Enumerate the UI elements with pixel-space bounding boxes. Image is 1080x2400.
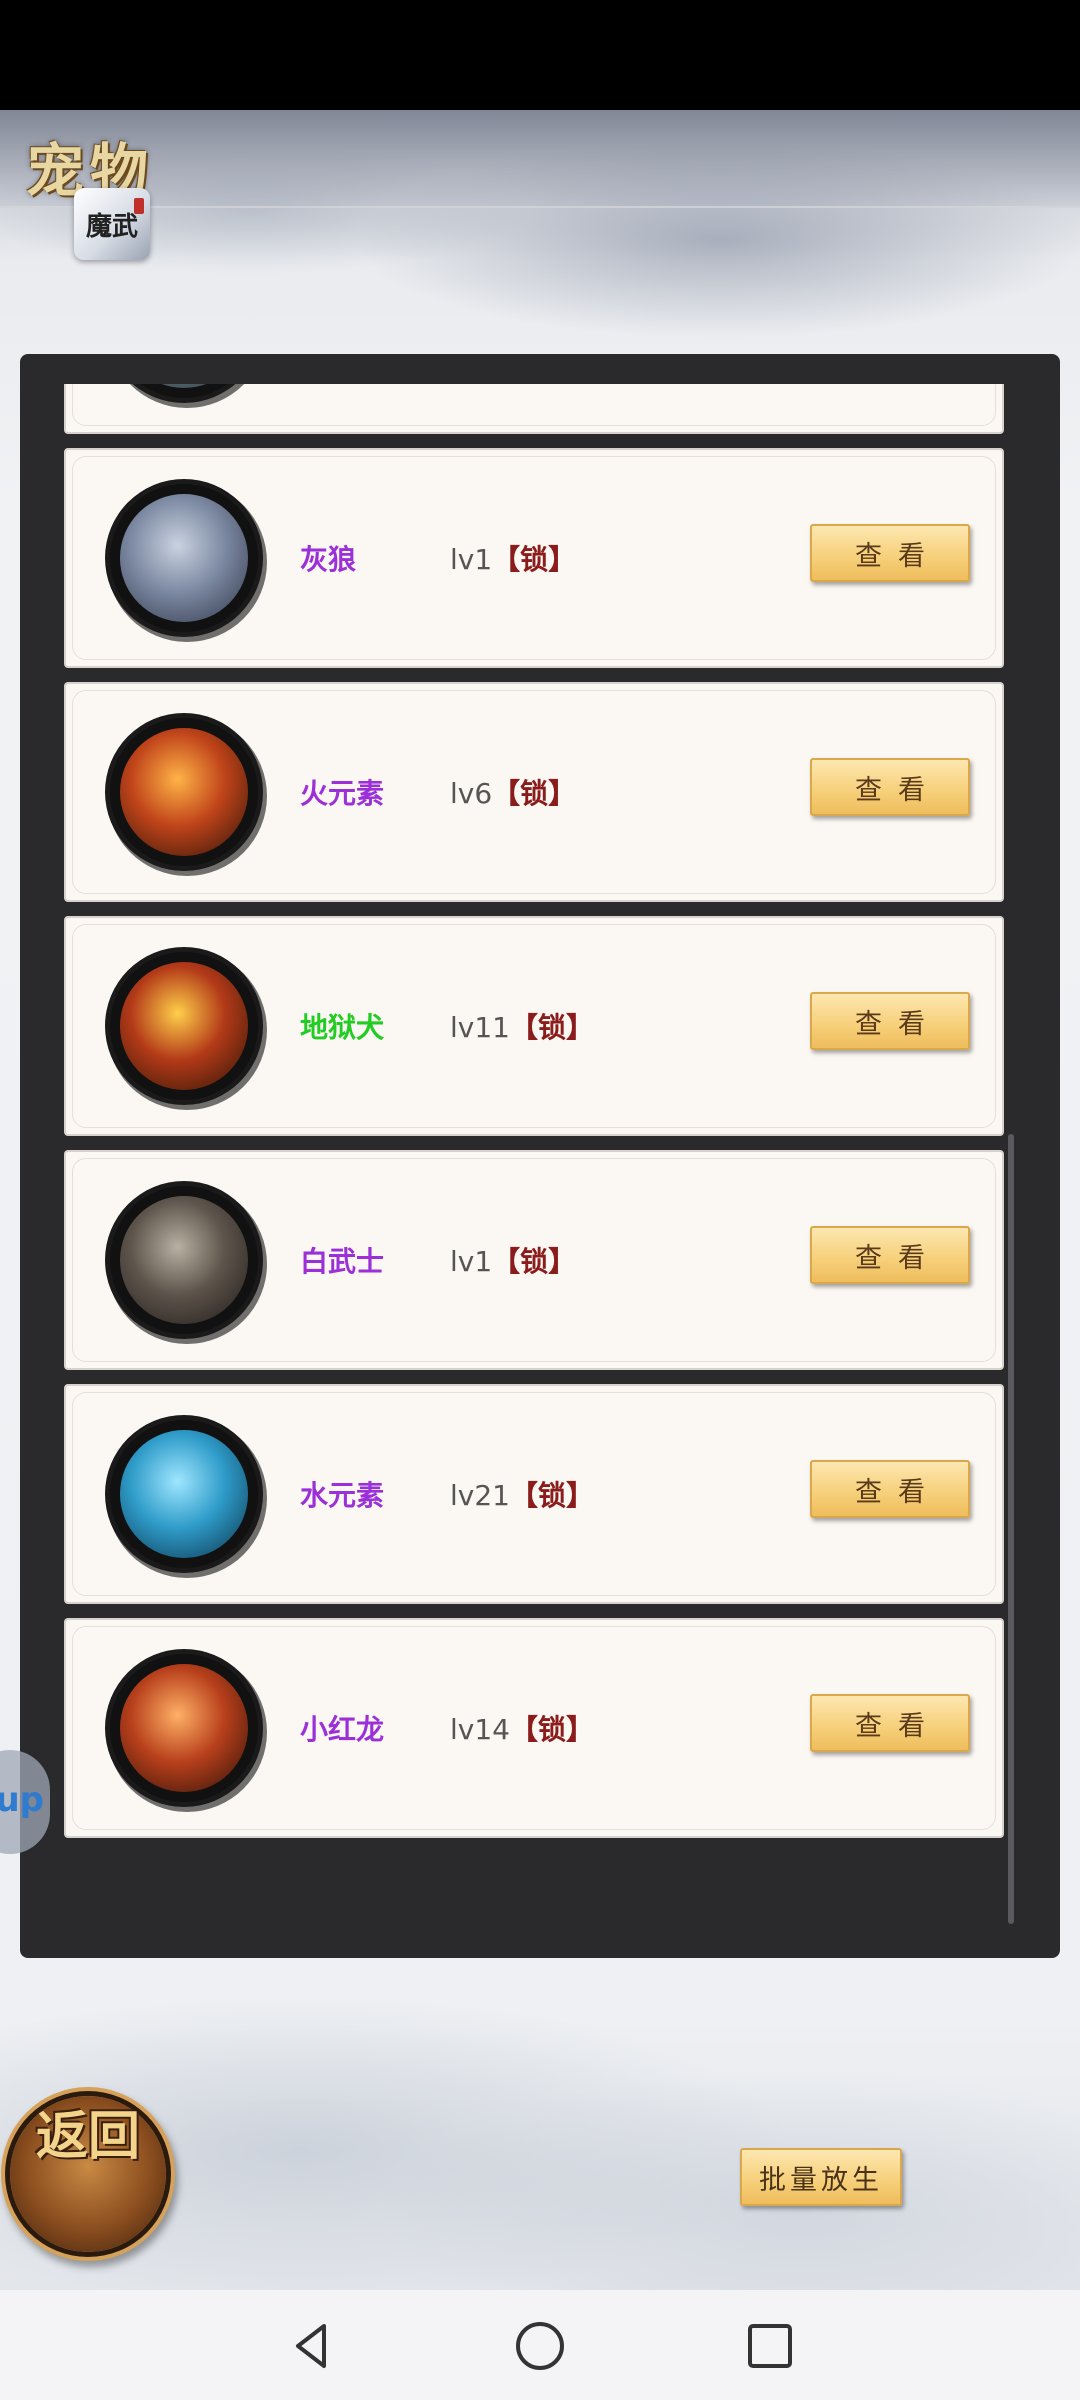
pet-card: 地狱犬 lv11【锁】 查看 bbox=[64, 916, 1004, 1136]
batch-release-button[interactable]: 批量放生 bbox=[740, 2148, 902, 2206]
pet-card: 白狮lv1【锁】查看 bbox=[64, 384, 1004, 434]
pet-name: 小红龙 bbox=[300, 1713, 385, 1746]
back-button-label: 返回 bbox=[35, 2106, 140, 2167]
pet-lock-status: 【锁】 bbox=[509, 1011, 594, 1044]
hellhound-icon bbox=[110, 952, 258, 1100]
pet-name: 白武士 bbox=[300, 1245, 385, 1278]
pet-lock-status: 【锁】 bbox=[509, 1479, 594, 1512]
pet-level: lv6【锁】 bbox=[450, 772, 576, 812]
pet-card: 灰狼 lv1【锁】 查看 bbox=[64, 448, 1004, 668]
app-logo-text: 魔武 bbox=[85, 211, 138, 242]
view-pet-button[interactable]: 查看 bbox=[810, 758, 970, 816]
back-triangle-icon[interactable] bbox=[284, 2318, 340, 2374]
pet-name: 水元素 bbox=[300, 1479, 385, 1512]
pet-level: lv11【锁】 bbox=[450, 1006, 594, 1046]
scrollbar[interactable] bbox=[1008, 1134, 1014, 1924]
water-elemental-icon bbox=[110, 1420, 258, 1568]
back-button[interactable]: 返回 bbox=[10, 2096, 166, 2264]
recents-square-icon[interactable] bbox=[742, 2318, 798, 2374]
pet-level-value: lv14 bbox=[450, 1713, 510, 1746]
view-pet-button[interactable]: 查看 bbox=[810, 1460, 970, 1518]
view-pet-button[interactable]: 查看 bbox=[810, 1694, 970, 1752]
white-lion-icon bbox=[110, 384, 258, 398]
pet-level-value: lv21 bbox=[450, 1479, 510, 1512]
white-warrior-icon bbox=[110, 1186, 258, 1334]
side-tab-text: up bbox=[0, 1780, 44, 1820]
pet-list[interactable]: 白狮lv1【锁】查看灰狼lv1【锁】查看火元素lv6【锁】查看地狱犬lv11【锁… bbox=[64, 384, 1010, 1934]
pet-card: 白武士 lv1【锁】 查看 bbox=[64, 1150, 1004, 1370]
status-bar bbox=[0, 0, 1080, 110]
system-nav-bar bbox=[0, 2290, 1080, 2400]
red-dragon-icon bbox=[110, 1654, 258, 1802]
pet-card: 小红龙 lv14【锁】 查看 bbox=[64, 1618, 1004, 1838]
pet-lock-status: 【锁】 bbox=[492, 1245, 577, 1278]
pet-level: lv21【锁】 bbox=[450, 1474, 594, 1514]
pet-lock-status: 【锁】 bbox=[492, 777, 577, 810]
pet-level-value: lv1 bbox=[450, 1245, 493, 1278]
pet-name: 地狱犬 bbox=[300, 1011, 385, 1044]
pet-lock-status: 【锁】 bbox=[492, 543, 577, 576]
pet-level-value: lv6 bbox=[450, 777, 493, 810]
pet-level-value: lv1 bbox=[450, 543, 493, 576]
pet-level: lv1【锁】 bbox=[450, 538, 576, 578]
fire-elemental-icon bbox=[110, 718, 258, 866]
view-pet-button[interactable]: 查看 bbox=[810, 1226, 970, 1284]
pet-lock-status: 【锁】 bbox=[509, 1713, 594, 1746]
pet-card: 水元素 lv21【锁】 查看 bbox=[64, 1384, 1004, 1604]
app-logo: 魔武 bbox=[74, 188, 150, 260]
seal-icon bbox=[134, 198, 144, 214]
pet-card: 火元素 lv6【锁】 查看 bbox=[64, 682, 1004, 902]
header-bar bbox=[0, 110, 1080, 208]
pet-level-value: lv11 bbox=[450, 1011, 510, 1044]
grey-wolf-icon bbox=[110, 484, 258, 632]
view-pet-button[interactable]: 查看 bbox=[810, 992, 970, 1050]
pet-level: lv1【锁】 bbox=[450, 1240, 576, 1280]
pet-level: lv14【锁】 bbox=[450, 1708, 594, 1748]
pet-name: 灰狼 bbox=[300, 543, 357, 576]
view-pet-button[interactable]: 查看 bbox=[810, 524, 970, 582]
home-circle-icon[interactable] bbox=[512, 2318, 568, 2374]
pet-name: 火元素 bbox=[300, 777, 385, 810]
